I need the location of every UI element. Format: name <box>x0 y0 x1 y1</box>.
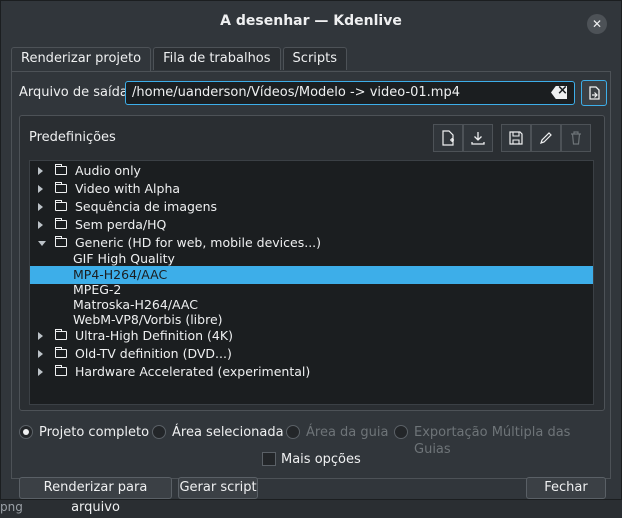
tab-bar: Renderizar projeto Fila de trabalhos Scr… <box>11 47 349 72</box>
folder-icon <box>54 163 67 175</box>
render-to-file-button[interactable]: Renderizar para arquivo <box>19 477 172 515</box>
tab-scripts[interactable]: Scripts <box>282 47 348 70</box>
edit-preset-button[interactable] <box>531 124 561 152</box>
save-icon <box>509 131 523 145</box>
pencil-icon <box>540 132 552 144</box>
guide-area-radio[interactable] <box>286 425 300 439</box>
selected-area-radio[interactable] <box>152 425 166 439</box>
window-title: A desenhar — Kdenlive <box>220 13 402 29</box>
close-button[interactable]: Fechar <box>526 477 606 499</box>
save-preset-button[interactable] <box>501 124 531 152</box>
folder-icon <box>54 235 67 247</box>
full-project-radio[interactable] <box>19 425 33 439</box>
category-label: Hardware Accelerated (experimental) <box>75 364 311 379</box>
folder-icon <box>54 328 67 340</box>
tab-job-queue[interactable]: Fila de trabalhos <box>153 47 281 70</box>
guide-area-label[interactable]: Área da guia <box>306 424 388 441</box>
selected-area-label[interactable]: Área selecionada <box>172 424 284 441</box>
presets-tree[interactable]: Audio only Video with Alpha Sequência de… <box>29 160 594 405</box>
open-file-button[interactable] <box>581 80 607 106</box>
new-preset-button[interactable] <box>433 124 463 152</box>
tree-category[interactable]: Sequência de imagens <box>30 198 593 216</box>
folder-icon <box>54 181 67 193</box>
delete-preset-button[interactable] <box>561 124 591 152</box>
category-label: Sequência de imagens <box>75 199 218 214</box>
tree-category[interactable]: Old-TV definition (DVD...) <box>30 345 593 363</box>
folder-icon <box>54 217 67 229</box>
more-options-checkbox[interactable] <box>262 452 276 466</box>
close-window-button[interactable]: ✕ <box>587 14 607 34</box>
category-label: Old-TV definition (DVD...) <box>75 346 232 361</box>
document-open-icon <box>589 86 600 100</box>
download-preset-button[interactable] <box>463 124 493 152</box>
expand-arrow-icon[interactable] <box>38 332 43 340</box>
multi-guide-export-radio[interactable] <box>394 425 408 439</box>
expand-arrow-icon[interactable] <box>38 221 43 229</box>
trash-icon <box>571 131 581 145</box>
tab-render-project[interactable]: Renderizar projeto <box>11 47 152 72</box>
folder-icon <box>54 346 67 358</box>
download-icon <box>471 132 485 145</box>
render-scope-options: Projeto completo Área selecionada Área d… <box>19 424 609 457</box>
collapse-arrow-icon[interactable] <box>38 241 46 246</box>
more-options-label[interactable]: Mais opções <box>281 452 361 467</box>
render-dialog: A desenhar — Kdenlive ✕ Renderizar proje… <box>0 0 622 515</box>
output-file-input[interactable]: /home/uanderson/Vídeos/Modelo -> video-0… <box>125 81 575 105</box>
expand-arrow-icon[interactable] <box>38 368 43 376</box>
tree-category[interactable]: Hardware Accelerated (experimental) <box>30 363 593 381</box>
generate-script-button[interactable]: Gerar script <box>178 477 258 499</box>
category-label: Sem perda/HQ <box>75 217 167 232</box>
category-label: Video with Alpha <box>75 181 181 196</box>
tree-category[interactable]: Video with Alpha <box>30 180 593 198</box>
folder-icon <box>54 199 67 211</box>
presets-toolbar <box>433 124 597 152</box>
expand-arrow-icon[interactable] <box>38 167 43 175</box>
close-icon: ✕ <box>591 17 603 31</box>
new-document-icon <box>442 130 454 146</box>
category-label: Ultra-High Definition (4K) <box>75 328 233 343</box>
expand-arrow-icon[interactable] <box>38 350 43 358</box>
tree-category[interactable]: Ultra-High Definition (4K) <box>30 327 593 345</box>
output-file-label: Arquivo de saída <box>19 85 128 100</box>
background-label: png <box>0 500 23 514</box>
expand-arrow-icon[interactable] <box>38 185 43 193</box>
title-bar[interactable]: A desenhar — Kdenlive ✕ <box>1 1 621 43</box>
presets-label: Predefinições <box>29 130 116 145</box>
folder-icon <box>54 364 67 376</box>
expand-arrow-icon[interactable] <box>38 203 43 211</box>
multi-guide-export-label[interactable]: Exportação Múltipla das Guias <box>414 424 609 458</box>
full-project-label[interactable]: Projeto completo <box>39 424 149 441</box>
category-label: Audio only <box>75 163 141 178</box>
tree-category[interactable]: Sem perda/HQ <box>30 216 593 234</box>
tree-category[interactable]: Audio only <box>30 162 593 180</box>
